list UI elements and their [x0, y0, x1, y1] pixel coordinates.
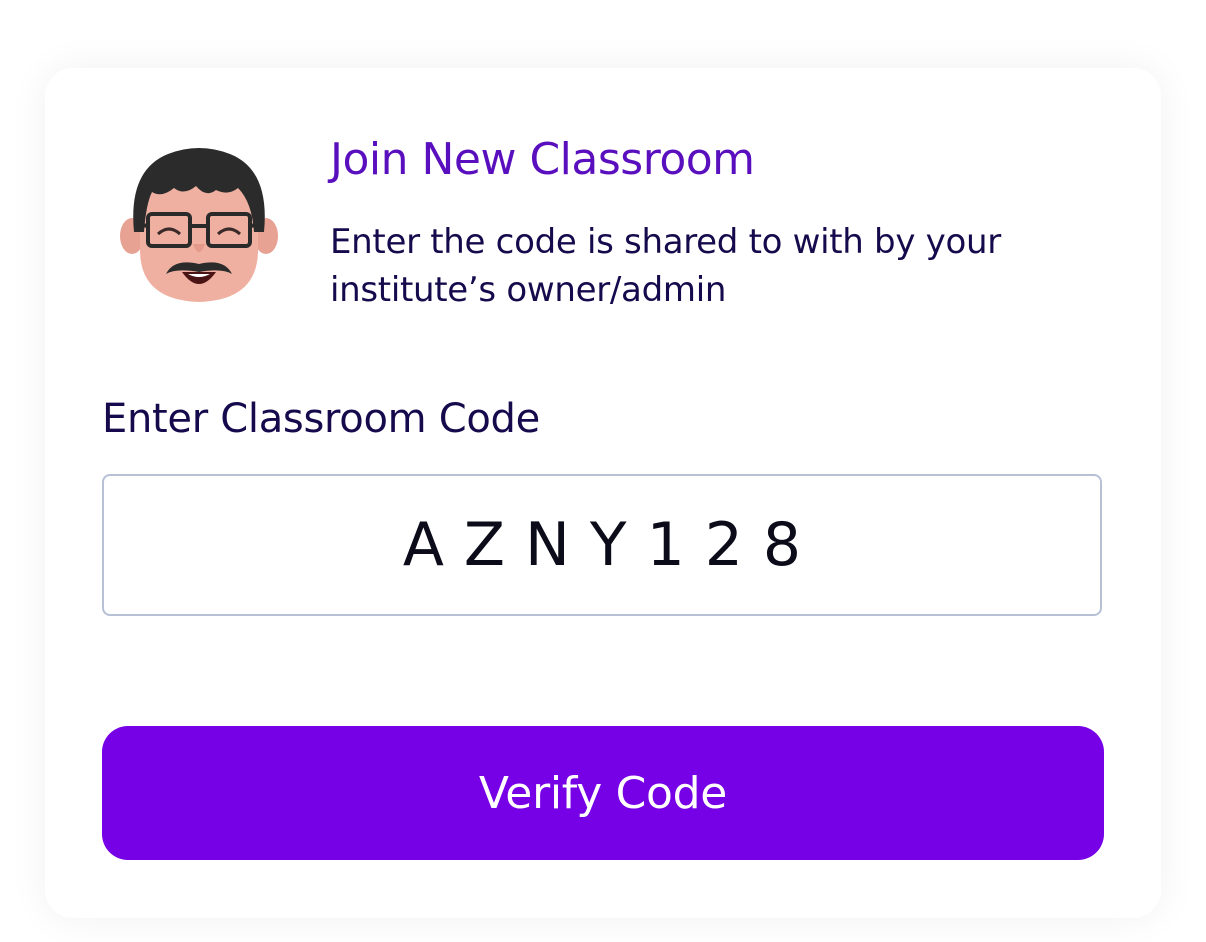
dialog-subtitle: Enter the code is shared to with by your…: [330, 222, 1001, 310]
classroom-code-input[interactable]: [102, 474, 1102, 616]
classroom-code-label: Enter Classroom Code: [102, 396, 540, 442]
dialog-title: Join New Classroom: [330, 134, 755, 185]
teacher-avatar-icon: [120, 148, 278, 302]
verify-code-button[interactable]: Verify Code: [102, 726, 1104, 860]
